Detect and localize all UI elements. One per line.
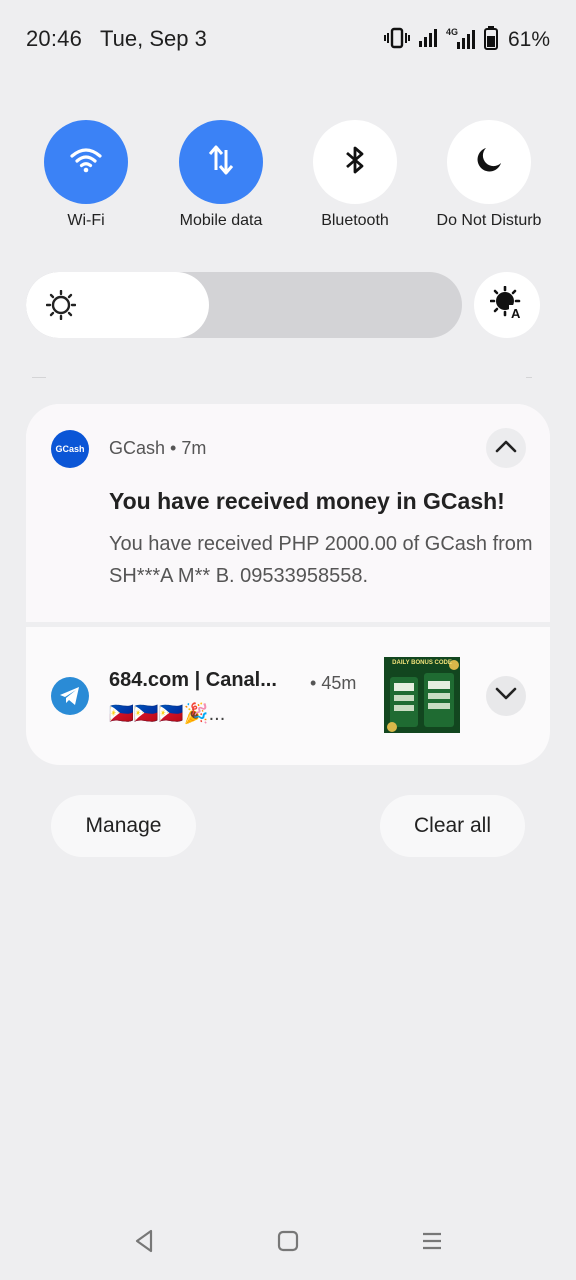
back-button[interactable] — [124, 1226, 164, 1260]
thumbnail-title: DAILY BONUS CODE — [392, 660, 452, 666]
home-button[interactable] — [268, 1226, 308, 1260]
notification-title: 684.com | Canal... — [109, 669, 277, 691]
auto-brightness-icon: A — [489, 285, 524, 325]
quick-settings: Wi-Fi Mobile data Bluetooth Do Not Distu… — [0, 120, 576, 240]
telegram-app-icon — [51, 677, 89, 715]
notification-body: You have received PHP 2000.00 of GCash f… — [109, 533, 533, 587]
clear-all-button[interactable]: Clear all — [380, 795, 525, 857]
notification-card: GCash GCash • 7m You have received money… — [26, 404, 550, 765]
notification-time: 45m — [321, 673, 357, 693]
notification-app-name: GCash — [109, 438, 166, 458]
back-icon — [133, 1229, 155, 1258]
signal-4g-icon: 4G — [446, 27, 476, 51]
notification-time-group: • 45m — [310, 673, 356, 694]
tile-label-bluetooth: Bluetooth — [321, 212, 389, 229]
mobile-data-toggle[interactable] — [179, 120, 263, 204]
notification-time: 7m — [181, 438, 207, 458]
expand-button[interactable] — [486, 676, 526, 716]
notification-app-header: GCash • 7m — [109, 438, 206, 459]
collapse-button[interactable] — [486, 428, 526, 468]
bluetooth-icon — [343, 144, 367, 181]
home-icon — [277, 1230, 299, 1257]
do-not-disturb-toggle[interactable] — [447, 120, 531, 204]
wifi-toggle[interactable] — [44, 120, 128, 204]
manage-button[interactable]: Manage — [51, 795, 196, 857]
battery-icon — [483, 25, 498, 55]
sun-icon — [45, 289, 77, 325]
battery-percent: 61% — [507, 28, 550, 51]
status-date: Tue, Sep 3 — [100, 26, 207, 51]
status-bar: 20:46 Tue, Sep 3 4G 61% — [0, 0, 576, 80]
notification-gcash[interactable]: GCash GCash • 7m You have received money… — [26, 404, 550, 622]
recents-button[interactable] — [412, 1226, 452, 1260]
navigation-bar — [0, 1200, 576, 1280]
tile-wifi[interactable]: Wi-Fi — [11, 120, 161, 240]
tile-label-mobile-data: Mobile data — [179, 212, 263, 229]
divider — [32, 377, 532, 378]
mobile-data-icon — [207, 144, 235, 181]
signal-icon — [418, 28, 438, 53]
tile-mobile-data[interactable]: Mobile data — [146, 120, 296, 240]
notification-title: You have received money in GCash! — [109, 488, 505, 514]
auto-brightness-button[interactable]: A — [474, 272, 540, 338]
notification-dot: • — [310, 673, 322, 693]
moon-icon — [474, 145, 504, 180]
brightness-slider[interactable] — [26, 272, 462, 338]
notification-telegram[interactable]: 684.com | Canal... • 45m 🇵🇭🇵🇭🇵🇭🎉... DAIL… — [26, 627, 550, 765]
chevron-down-icon — [495, 687, 517, 706]
notification-thumbnail: DAILY BONUS CODE — [384, 657, 460, 733]
notification-dot: • — [170, 438, 182, 458]
tile-bluetooth[interactable]: Bluetooth — [280, 120, 430, 240]
bluetooth-toggle[interactable] — [313, 120, 397, 204]
tile-do-not-disturb[interactable]: Do Not Disturb — [414, 120, 564, 240]
wifi-icon — [70, 147, 102, 178]
tile-label-wifi: Wi-Fi — [67, 212, 105, 229]
chevron-up-icon — [495, 439, 517, 458]
gcash-app-icon: GCash — [51, 430, 89, 468]
recents-icon — [421, 1231, 443, 1256]
status-time: 20:46 — [26, 26, 83, 51]
svg-text:A: A — [511, 306, 521, 320]
tile-label-do-not-disturb: Do Not Disturb — [436, 212, 542, 229]
notification-text: 🇵🇭🇵🇭🇵🇭🎉... — [109, 703, 226, 725]
vibrate-icon — [383, 27, 410, 54]
status-icons: 4G 61% — [383, 25, 550, 55]
